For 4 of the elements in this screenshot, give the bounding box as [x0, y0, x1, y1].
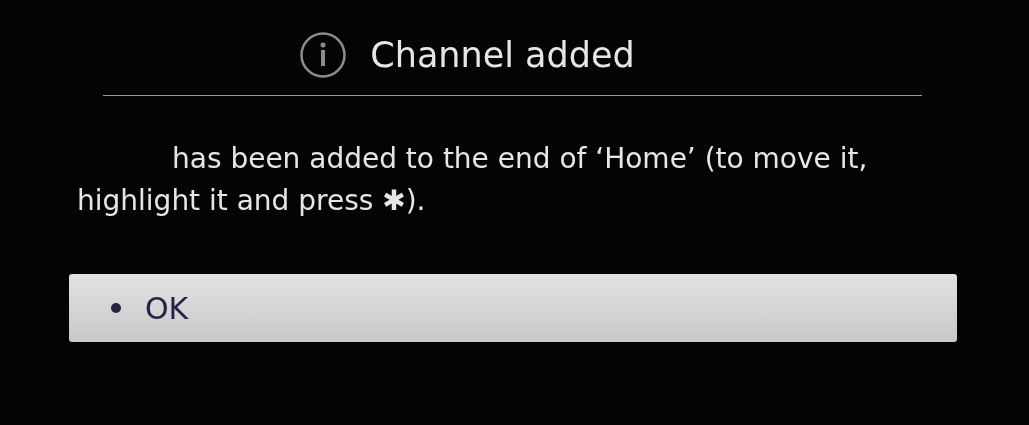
dialog-title: Channel added — [370, 34, 635, 75]
info-icon — [300, 31, 347, 78]
message-text: has been added to the end of ‘Home’ (to move it, highlight it and press ✱). — [77, 141, 869, 219]
ok-button[interactable]: OK — [69, 274, 957, 342]
